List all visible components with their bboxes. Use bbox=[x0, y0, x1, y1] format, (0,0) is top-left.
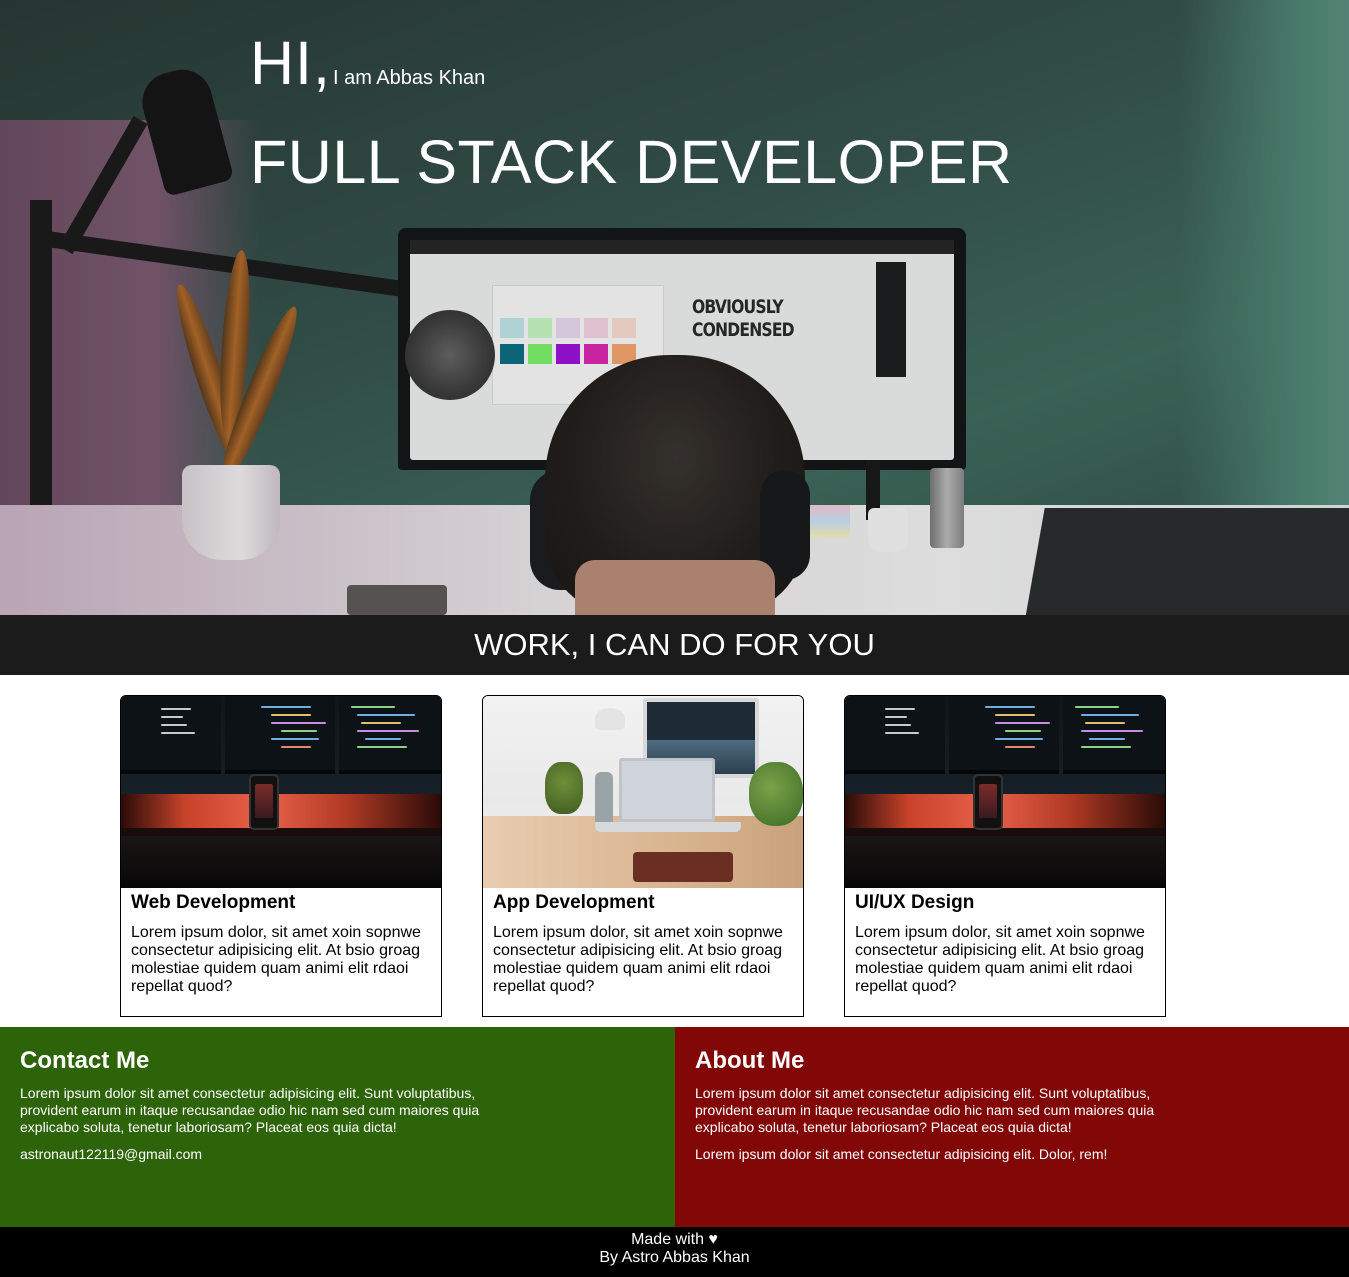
hero-section: OBVIOUSLY CONDENSED HI, I am Abbas Khan F… bbox=[0, 0, 1349, 615]
hero-greeting: HI, I am Abbas Khan bbox=[250, 30, 485, 96]
about-title: About Me bbox=[695, 1047, 805, 1074]
card-text: Lorem ipsum dolor, sit amet xoin sopnwe … bbox=[493, 924, 783, 995]
card-title: Web Development bbox=[131, 892, 296, 913]
hero-hi: HI, bbox=[250, 29, 331, 97]
card-text: Lorem ipsum dolor, sit amet xoin sopnwe … bbox=[131, 924, 421, 995]
card-image bbox=[483, 696, 803, 888]
card-image bbox=[121, 696, 441, 888]
work-heading: WORK, I CAN DO FOR YOU bbox=[0, 615, 1349, 675]
service-card-web-development: Web Development Lorem ipsum dolor, sit a… bbox=[120, 695, 442, 1017]
contact-section: Contact Me Lorem ipsum dolor sit amet co… bbox=[0, 1027, 675, 1227]
service-card-app-development: App Development Lorem ipsum dolor, sit a… bbox=[482, 695, 804, 1017]
footer-author: By Astro Abbas Khan bbox=[599, 1249, 750, 1266]
card-text: Lorem ipsum dolor, sit amet xoin sopnwe … bbox=[855, 924, 1145, 995]
card-title: App Development bbox=[493, 892, 655, 913]
contact-text: Lorem ipsum dolor sit amet consectetur a… bbox=[20, 1085, 480, 1135]
about-extra-text: Lorem ipsum dolor sit amet consectetur a… bbox=[695, 1146, 1108, 1162]
contact-title: Contact Me bbox=[20, 1047, 150, 1074]
about-text: Lorem ipsum dolor sit amet consectetur a… bbox=[695, 1085, 1155, 1135]
card-image bbox=[845, 696, 1165, 888]
footer: Made with ♥ By Astro Abbas Khan bbox=[0, 1227, 1349, 1277]
about-section: About Me Lorem ipsum dolor sit amet cons… bbox=[675, 1027, 1349, 1227]
contact-email[interactable]: astronaut122119@gmail.com bbox=[20, 1146, 202, 1163]
footer-made-with: Made with ♥ bbox=[631, 1231, 718, 1248]
hero-intro: I am Abbas Khan bbox=[332, 67, 486, 89]
card-title: UI/UX Design bbox=[855, 892, 975, 913]
service-card-ui-ux-design: UI/UX Design Lorem ipsum dolor, sit amet… bbox=[844, 695, 1166, 1017]
hero-role-title: FULL STACK DEVELOPER bbox=[250, 128, 1013, 196]
